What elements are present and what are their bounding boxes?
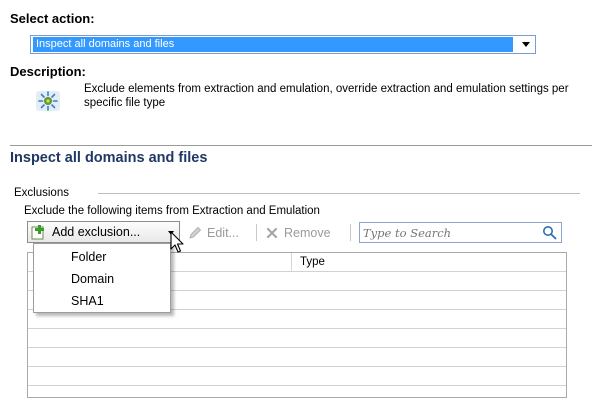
- column-divider: [291, 253, 292, 272]
- edit-button[interactable]: Edit...: [187, 224, 239, 242]
- close-icon: [266, 227, 278, 239]
- gear-star-icon: [36, 91, 60, 111]
- dropdown-arrow-icon[interactable]: [522, 42, 530, 47]
- toolbar-separator: [350, 224, 351, 241]
- page-title: Inspect all domains and files: [10, 150, 208, 166]
- table-row[interactable]: [28, 367, 566, 386]
- mouse-cursor-icon: [170, 231, 184, 253]
- description-label: Description:: [10, 64, 86, 79]
- exclusions-instruction: Exclude the following items from Extract…: [24, 205, 320, 217]
- table-row[interactable]: [28, 329, 566, 348]
- menu-item-domain[interactable]: Domain: [71, 272, 114, 286]
- menu-item-sha1[interactable]: SHA1: [71, 294, 104, 308]
- group-divider: [98, 193, 580, 194]
- table-row[interactable]: [28, 348, 566, 367]
- search-icon[interactable]: [542, 225, 557, 240]
- search-input[interactable]: [363, 224, 533, 241]
- remove-button[interactable]: Remove: [264, 224, 331, 242]
- add-exclusion-label: Add exclusion...: [52, 225, 141, 239]
- action-select[interactable]: Inspect all domains and files: [30, 35, 536, 54]
- menu-item-folder[interactable]: Folder: [71, 250, 106, 264]
- section-divider: [10, 145, 592, 146]
- add-exclusion-menu: Folder Domain SHA1: [33, 243, 171, 313]
- add-icon: [31, 225, 44, 240]
- select-action-label: Select action:: [10, 11, 95, 26]
- add-exclusion-button[interactable]: Add exclusion...: [27, 221, 180, 243]
- remove-label: Remove: [284, 226, 331, 240]
- toolbar-separator: [256, 224, 257, 241]
- search-field[interactable]: [359, 222, 562, 243]
- edit-label: Edit...: [207, 226, 239, 240]
- description-text: Exclude elements from extraction and emu…: [84, 83, 569, 109]
- exclusions-group-label: Exclusions: [14, 187, 69, 199]
- pencil-icon: [189, 226, 202, 239]
- column-header-type[interactable]: Type: [300, 256, 325, 268]
- action-select-value: Inspect all domains and files: [33, 37, 513, 52]
